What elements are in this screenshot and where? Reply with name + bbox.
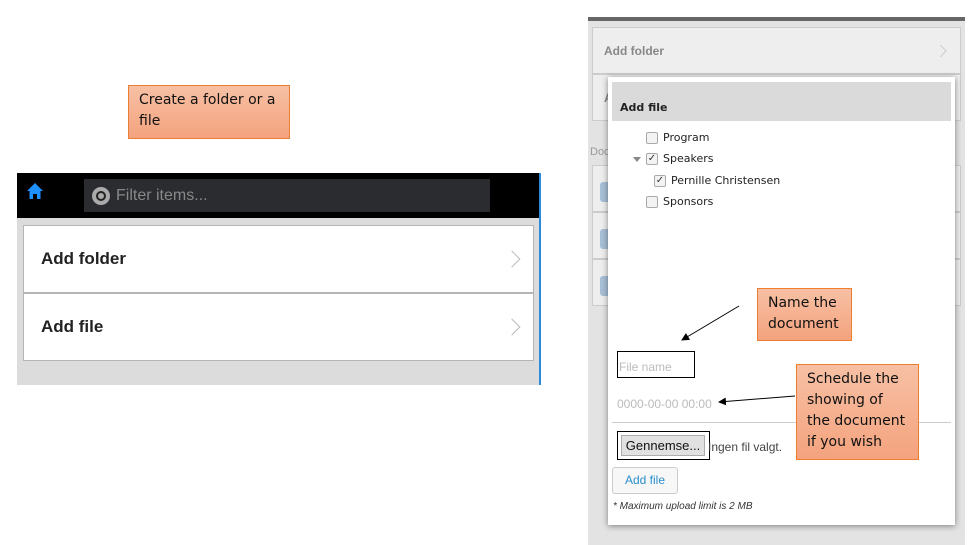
arrow-to-file-name — [681, 305, 740, 341]
arrow-to-date — [718, 395, 796, 406]
annotation-arrows — [681, 305, 796, 406]
